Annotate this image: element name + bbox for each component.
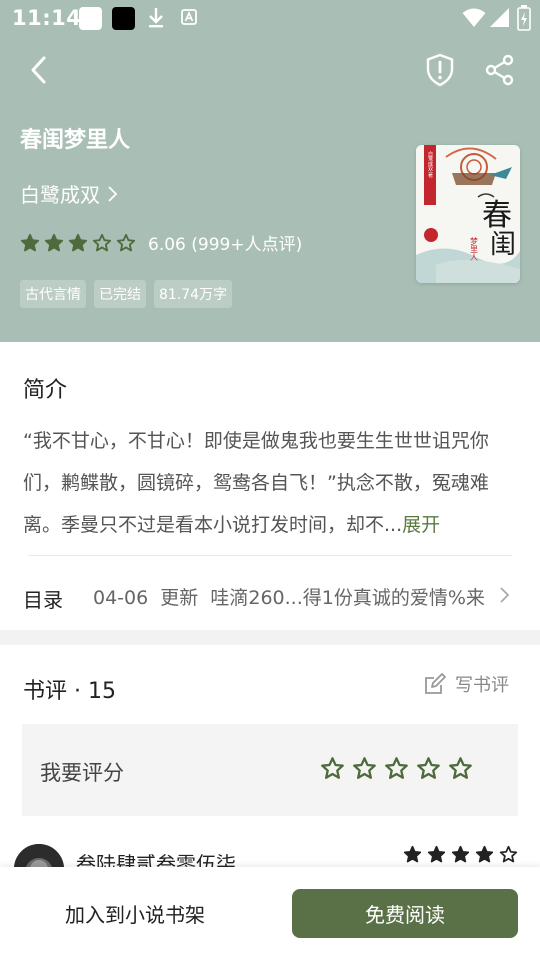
add-to-shelf-button[interactable]: 加入到小说书架 <box>30 888 240 938</box>
author-name: 白鹭成双 <box>20 183 100 207</box>
download-icon <box>149 8 163 28</box>
toc-label: 目录 <box>23 588 63 612</box>
intro-section: 简介 “我不甘心，不甘心！即使是做鬼我也要生生世世诅咒你们，鹣鲽散，圆镜碎，鸳鸯… <box>0 342 540 630</box>
report-button[interactable] <box>420 50 460 90</box>
book-tag: 已完结 <box>94 280 146 308</box>
book-tag: 81.74万字 <box>154 280 233 308</box>
bottom-bar: 加入到小说书架 免费阅读 <box>0 867 540 960</box>
star-icon <box>44 233 64 251</box>
share-icon <box>485 54 514 86</box>
rate-stars <box>320 756 473 781</box>
rate-box: 我要评分 <box>22 724 518 816</box>
cover-title-char: 春 <box>482 198 512 233</box>
chevron-right-icon <box>108 185 118 202</box>
toc-latest-update: 04-06 更新 哇滴260...得1份真诚的爱情%来 <box>93 587 485 609</box>
shield-alert-icon <box>426 53 454 87</box>
author-link[interactable]: 白鹭成双 <box>20 179 118 208</box>
star-icon <box>403 845 422 863</box>
star-icon[interactable] <box>384 756 409 781</box>
book-tag: 古代言情 <box>20 280 86 308</box>
star-icon <box>475 845 494 863</box>
chevron-right-icon <box>500 587 510 603</box>
back-icon <box>31 56 46 84</box>
star-icon <box>451 845 470 863</box>
status-bar: 11:14 <box>0 0 540 36</box>
toc-row[interactable]: 目录 04-06 更新 哇滴260...得1份真诚的爱情%来 <box>0 564 540 630</box>
review-item[interactable]: 叁陆肆贰叁零伍柒 <box>0 828 540 894</box>
write-review-button[interactable]: 写书评 <box>423 671 509 697</box>
notification-icon <box>79 7 102 30</box>
write-review-label: 写书评 <box>455 675 509 696</box>
translate-icon <box>181 9 197 25</box>
status-time: 11:14 <box>12 6 82 30</box>
wifi-icon <box>462 8 486 27</box>
expand-link[interactable]: 展开 <box>402 514 440 536</box>
battery-icon <box>517 5 531 31</box>
share-button[interactable] <box>480 50 520 90</box>
reviews-title: 书评 · 15 <box>23 679 116 704</box>
cover-image: 春 闺 梦里人 白鹭成双·著 <box>416 145 520 283</box>
book-header: 11:14 春闺梦里人 白鹭成双 6.06 (999+人点评) 古代言情 已完结… <box>0 0 540 342</box>
cover-subtitle: 梦里人 <box>470 237 479 261</box>
divider <box>28 555 512 556</box>
rate-label: 我要评分 <box>40 761 124 785</box>
star-icon <box>20 233 40 251</box>
edit-icon <box>425 673 446 694</box>
star-icon[interactable] <box>416 756 441 781</box>
book-tags: 古代言情 已完结 81.74万字 <box>20 280 233 308</box>
star-icon <box>116 233 136 251</box>
free-read-button[interactable]: 免费阅读 <box>292 889 518 938</box>
book-title: 春闺梦里人 <box>20 128 131 153</box>
star-icon <box>68 233 88 251</box>
book-cover[interactable]: 春 闺 梦里人 白鹭成双·著 <box>416 145 520 283</box>
star-icon[interactable] <box>352 756 377 781</box>
star-icon <box>499 845 518 863</box>
star-icon <box>92 233 112 251</box>
star-icon[interactable] <box>448 756 473 781</box>
notification-icon <box>112 7 135 30</box>
review-stars <box>403 845 518 864</box>
book-rating: 6.06 (999+人点评) <box>20 230 302 255</box>
signal-icon <box>490 8 509 27</box>
rating-stars <box>20 233 140 253</box>
back-button[interactable] <box>19 50 59 90</box>
intro-text: “我不甘心，不甘心！即使是做鬼我也要生生世世诅咒你们，鹣鲽散，圆镜碎，鸳鸯各自飞… <box>23 430 489 536</box>
star-icon[interactable] <box>320 756 345 781</box>
cover-author: 白鹭成双·著 <box>427 150 433 179</box>
rating-value: 6.06 (999+人点评) <box>148 235 303 255</box>
intro-heading: 简介 <box>23 378 68 403</box>
cover-title-char: 闺 <box>490 230 516 260</box>
star-icon <box>427 845 446 863</box>
